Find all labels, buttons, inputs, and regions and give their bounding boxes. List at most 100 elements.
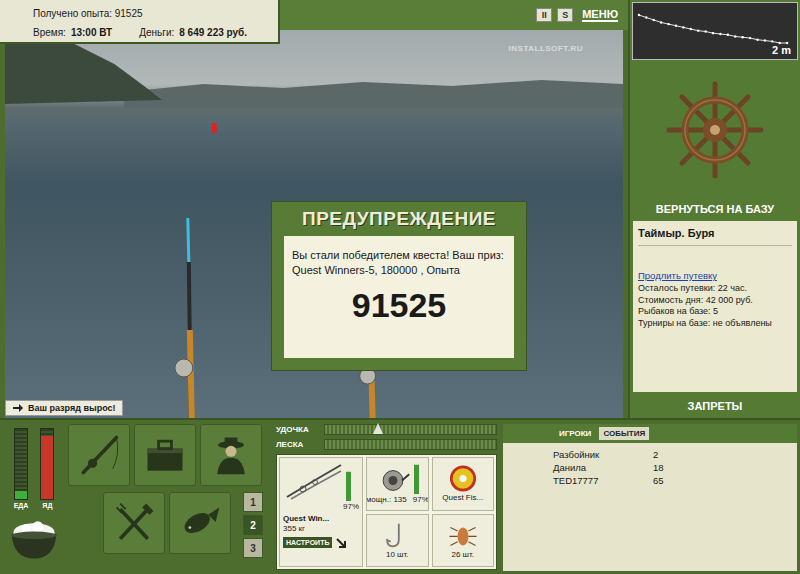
fork-knife-icon <box>111 500 157 546</box>
time-label: Время: <box>33 27 66 38</box>
rod-weight: 355 кг <box>283 524 359 533</box>
depth-point <box>675 25 677 27</box>
hook-slot[interactable]: 10 шт. <box>366 514 429 568</box>
line-name: Quest Fis... <box>442 493 483 502</box>
player-name: Разбойник <box>553 449 653 460</box>
rod-button[interactable] <box>68 424 130 486</box>
dialog-message: Вы стали победителем квеста! Ваш приз: Q… <box>292 248 506 278</box>
location-line: Турниры на базе: не объявлены <box>638 318 792 330</box>
rod-slot[interactable]: 97% Quest Win...355 кг НАСТРОИТЬ <box>279 457 363 567</box>
depth-point <box>756 39 758 41</box>
headland <box>5 36 162 104</box>
side-panel: 2 m ВЕРНУТЬСЯ НА БАЗУ Таймыр. Буря Продлить… <box>628 0 800 418</box>
line-spool-icon <box>445 465 481 492</box>
top-button[interactable]: S <box>557 8 573 22</box>
depth-point <box>653 19 655 21</box>
player-row: Разбойник2 <box>553 449 797 460</box>
player-name: Данила <box>553 462 653 473</box>
setup-button[interactable]: НАСТРОИТЬ <box>283 537 332 548</box>
fish-button[interactable] <box>169 492 231 554</box>
bait-count: 26 шт. <box>451 550 474 559</box>
depth-point <box>741 36 743 38</box>
depth-point <box>690 28 692 30</box>
player-row: TED1777765 <box>553 475 797 486</box>
page-button[interactable]: 2 <box>243 515 263 535</box>
tab[interactable]: СОБЫТИЯ <box>599 427 649 440</box>
rod-right <box>360 368 376 418</box>
depth-point <box>727 34 729 36</box>
depth-point <box>764 39 766 41</box>
reel-power: мощн.: 135 <box>366 495 407 504</box>
location-line: Рыбаков на базе: 5 <box>638 306 792 318</box>
return-to-base-button[interactable]: ВЕРНУТЬСЯ НА БАЗУ <box>630 199 800 221</box>
player-name: TED17777 <box>553 475 653 486</box>
tackle-box-button[interactable] <box>134 424 196 486</box>
pot-icon[interactable] <box>6 515 62 563</box>
bait-slot[interactable]: 26 шт. <box>432 514 495 568</box>
top-button[interactable]: МЕНЮ <box>582 8 618 22</box>
fish-icon <box>177 500 223 546</box>
line-slot[interactable]: Quest Fis... <box>432 457 495 511</box>
dialog-value: 91525 <box>292 286 506 325</box>
experience: Получено опыта: 91525 <box>33 8 270 19</box>
fisherman-icon <box>208 432 254 478</box>
meter: ЯД <box>40 428 54 509</box>
bans-button[interactable]: ЗАПРЕТЫ <box>630 392 800 418</box>
float <box>212 123 217 133</box>
depth-point <box>734 35 736 37</box>
hook-icon <box>379 522 415 549</box>
page-button[interactable]: 3 <box>243 538 263 558</box>
tension-bar: ЛЕСКА <box>276 439 497 450</box>
reel-icon <box>375 467 411 494</box>
depth-point <box>712 32 714 34</box>
location-line: Осталось путевки: 22 час. <box>638 283 792 295</box>
rod-name: Quest Win... <box>283 514 359 523</box>
marker-icon[interactable] <box>373 423 383 434</box>
hook-count: 10 шт. <box>386 550 409 559</box>
location-line: Стоимость дня: 42 000 руб. <box>638 295 792 307</box>
events-panel: ИГРОКИСОБЫТИЯРазбойник2Данила18TED177776… <box>503 424 797 571</box>
dialog-title: ПРЕДУПРЕЖДЕНИЕ <box>272 202 526 234</box>
reel-slot[interactable]: мощн.: 135 97% <box>366 457 429 511</box>
time: 13:00 ВТ <box>71 27 112 38</box>
player-row: Данила18 <box>553 462 797 473</box>
depth-point <box>638 14 640 16</box>
depth-chart: 2 m <box>632 2 798 60</box>
player-value: 65 <box>653 475 664 486</box>
game-screen: II S МЕНЮ INSTALLSOFT.RU ПРЕДУПРЕЖДЕНИЕ Вы ст… <box>0 0 800 574</box>
tension-label: УДОЧКА <box>276 425 320 434</box>
rod-wear: 97% <box>283 502 359 511</box>
tab[interactable]: ИГРОКИ <box>555 427 595 440</box>
reel-wear: 97% <box>413 495 429 504</box>
stats-panel: Получено опыта: 91525 Время: 13:00 ВТ Деньг… <box>0 0 280 44</box>
depth-point <box>682 26 684 28</box>
meter-label: ЯД <box>42 502 52 509</box>
rank-notification[interactable]: Ваш разряд вырос! <box>5 400 123 416</box>
depth-point <box>719 33 721 35</box>
depth-point <box>645 16 647 18</box>
depth-point <box>667 23 669 25</box>
meter: ЕДА <box>14 428 29 509</box>
scene-photo: INSTALLSOFT.RU ПРЕДУПРЕЖДЕНИЕ Вы стали поб… <box>5 30 623 418</box>
food-button[interactable] <box>103 492 165 554</box>
page-button[interactable]: 1 <box>243 492 263 512</box>
player-value: 2 <box>653 449 658 460</box>
location-title: Таймыр. Буря <box>638 227 792 246</box>
extend-trip-link[interactable]: Продлить путевку <box>638 270 792 281</box>
arrow-icon <box>12 403 24 413</box>
tension-label: ЛЕСКА <box>276 440 320 449</box>
player-value: 18 <box>653 462 664 473</box>
meter-label: ЕДА <box>14 502 29 509</box>
money-label: Деньги: <box>139 27 174 38</box>
tension-bar: УДОЧКА <box>276 424 497 435</box>
fisherman-button[interactable] <box>200 424 262 486</box>
depth-point <box>749 37 751 39</box>
rod-left <box>175 218 193 418</box>
ship-wheel-icon[interactable] <box>665 80 765 180</box>
tackle-box-icon <box>142 432 188 478</box>
watermark: INSTALLSOFT.RU <box>509 44 583 53</box>
depth-point <box>660 21 662 23</box>
bait-bug-icon <box>445 522 481 549</box>
depth-point <box>697 29 699 31</box>
top-button[interactable]: II <box>536 8 552 22</box>
